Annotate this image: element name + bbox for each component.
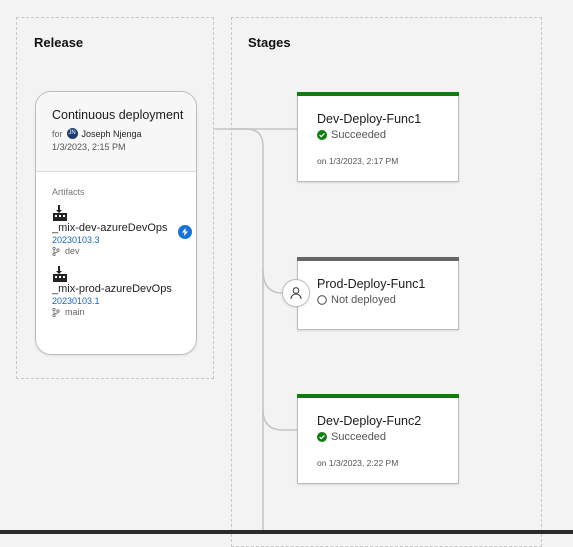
artifact-name[interactable]: _mix-dev-azureDevOps xyxy=(52,222,184,234)
stage-card-dev-deploy-func2[interactable]: Dev-Deploy-Func2 Succeeded on 1/3/2023, … xyxy=(297,394,459,484)
artifact-name[interactable]: _mix-prod-azureDevOps xyxy=(52,283,184,295)
artifacts-label: Artifacts xyxy=(52,187,85,197)
person-icon xyxy=(290,287,302,300)
continuous-deployment-trigger-icon[interactable] xyxy=(178,225,192,239)
branch-name: dev xyxy=(65,246,80,256)
release-date: 1/3/2023, 2:15 PM xyxy=(52,142,126,152)
stage-time: on 1/3/2023, 2:17 PM xyxy=(317,156,399,166)
stage-status-text: Succeeded xyxy=(331,431,387,443)
check-circle-icon xyxy=(317,432,327,442)
for-label: for xyxy=(52,128,63,139)
stage-name[interactable]: Dev-Deploy-Func1 xyxy=(317,112,421,126)
release-trigger-title: Continuous deployment xyxy=(52,108,184,122)
avatar: JN xyxy=(66,128,78,139)
branch-icon xyxy=(52,307,60,317)
release-card-body: Artifacts _mix-dev-azureDevOps 20230103.… xyxy=(36,172,196,317)
release-card-header: Continuous deployment for JN Joseph Njen… xyxy=(36,92,196,172)
stage-status: Not deployed xyxy=(317,294,396,306)
stage-name[interactable]: Prod-Deploy-Func1 xyxy=(317,277,425,291)
bottom-bar xyxy=(0,530,573,534)
empty-circle-icon xyxy=(317,295,327,305)
stage-status-bar xyxy=(297,257,459,261)
stage-name[interactable]: Dev-Deploy-Func2 xyxy=(317,414,421,428)
artifact-item[interactable]: _mix-dev-azureDevOps 20230103.3 dev xyxy=(52,205,196,256)
stage-status: Succeeded xyxy=(317,129,386,141)
stage-status-bar xyxy=(297,394,459,398)
build-artifact-icon xyxy=(53,266,67,282)
pre-deployment-approval-button[interactable] xyxy=(282,279,310,307)
user-name: Joseph Njenga xyxy=(81,128,142,139)
release-requested-for: for JN Joseph Njenga xyxy=(52,128,196,139)
stage-card-prod-deploy-func1[interactable]: Prod-Deploy-Func1 Not deployed xyxy=(297,257,459,330)
stage-time: on 1/3/2023, 2:22 PM xyxy=(317,458,399,468)
branch-name: main xyxy=(65,307,85,317)
release-card[interactable]: Continuous deployment for JN Joseph Njen… xyxy=(35,91,197,355)
artifact-branch: main xyxy=(52,307,196,317)
artifact-version-link[interactable]: 20230103.3 xyxy=(52,235,196,245)
artifact-version-link[interactable]: 20230103.1 xyxy=(52,296,196,306)
artifact-branch: dev xyxy=(52,246,196,256)
stage-status: Succeeded xyxy=(317,431,386,443)
artifact-item[interactable]: _mix-prod-azureDevOps 20230103.1 main xyxy=(52,266,196,317)
stage-card-dev-deploy-func1[interactable]: Dev-Deploy-Func1 Succeeded on 1/3/2023, … xyxy=(297,92,459,182)
branch-icon xyxy=(52,246,60,256)
stage-status-text: Succeeded xyxy=(331,129,387,141)
check-circle-icon xyxy=(317,130,327,140)
build-artifact-icon xyxy=(53,205,67,221)
stage-status-text: Not deployed xyxy=(331,294,396,306)
stage-status-bar xyxy=(297,92,459,96)
